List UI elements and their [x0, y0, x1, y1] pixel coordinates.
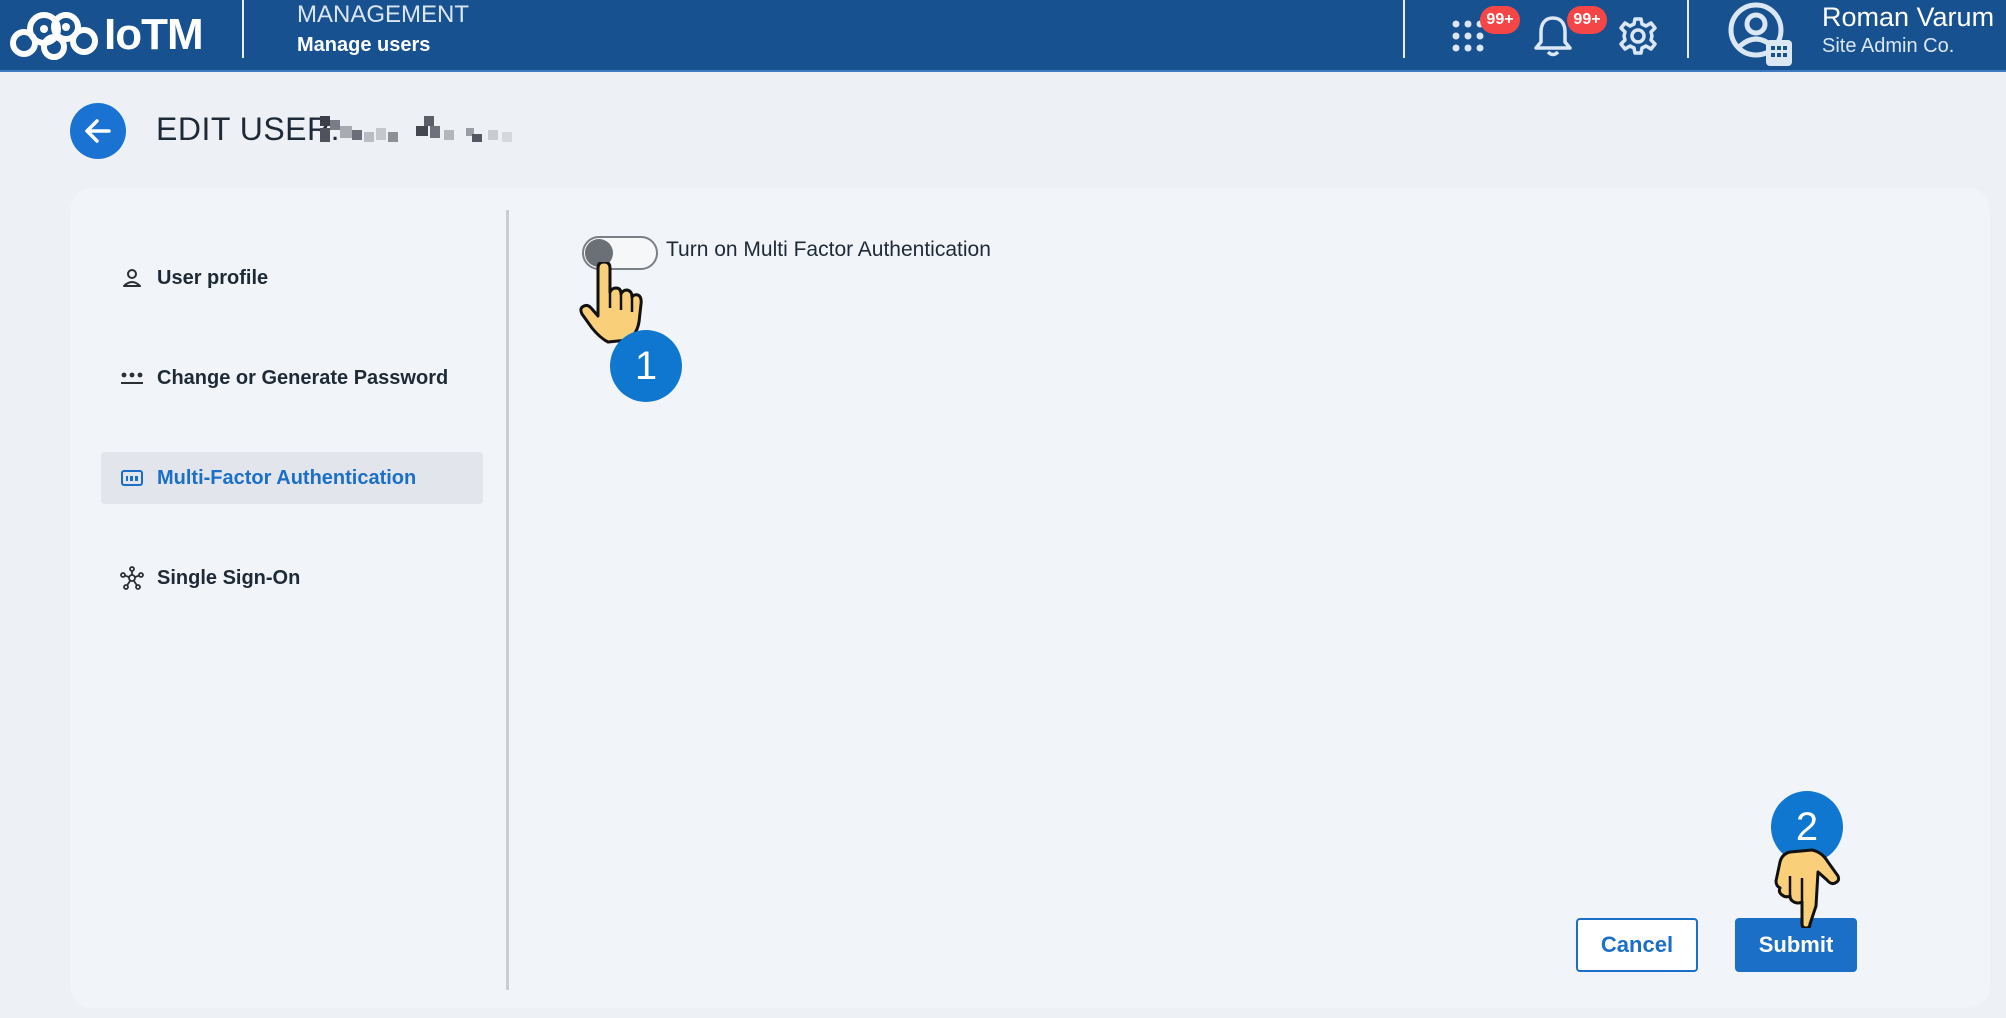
- redacted-username: [320, 116, 512, 142]
- cancel-button[interactable]: Cancel: [1576, 918, 1698, 972]
- numeric-keypad-icon: [119, 465, 145, 491]
- notifications-badge: 99+: [1567, 6, 1607, 34]
- header-divider: [1403, 0, 1405, 58]
- user-organization: Site Admin Co.: [1822, 35, 1955, 57]
- page-title: EDIT USER:: [156, 111, 340, 147]
- sidebar-item-password[interactable]: Change or Generate Password: [101, 352, 483, 404]
- back-button[interactable]: [70, 103, 126, 159]
- network-hub-icon: [119, 565, 145, 591]
- pointing-hand-icon: [1774, 848, 1841, 928]
- sidebar-item-label: Multi-Factor Authentication: [157, 466, 417, 489]
- user-name[interactable]: Roman Varum: [1822, 2, 1994, 32]
- sidebar-item-label: User profile: [157, 266, 269, 289]
- cloud-logo-icon: [10, 12, 98, 60]
- sidebar-item-mfa[interactable]: Multi-Factor Authentication: [101, 452, 483, 504]
- header-divider: [1687, 0, 1689, 58]
- section-title: MANAGEMENT: [297, 1, 470, 28]
- sidebar-item-sso[interactable]: Single Sign-On: [101, 552, 483, 604]
- section-subtitle: Manage users: [297, 34, 431, 56]
- sidebar-item-label: Single Sign-On: [157, 566, 301, 589]
- user-circle-icon: [1728, 2, 1792, 66]
- step-marker-1: 1: [610, 330, 682, 402]
- sidebar-item-user-profile[interactable]: User profile: [101, 252, 483, 304]
- arrow-left-icon: [85, 119, 111, 143]
- password-dots-icon: [119, 365, 145, 391]
- person-icon: [119, 265, 145, 291]
- logo-text: IoTM: [104, 10, 204, 59]
- user-avatar[interactable]: [1726, 0, 1794, 68]
- notifications-button[interactable]: 99+: [1523, 6, 1607, 66]
- gear-icon: [1619, 17, 1657, 55]
- apps-badge: 99+: [1480, 6, 1520, 34]
- logo[interactable]: IoTM: [8, 6, 204, 64]
- mfa-toggle-label: Turn on Multi Factor Authentication: [666, 238, 991, 261]
- apps-button[interactable]: 99+: [1438, 6, 1520, 66]
- header-divider: [242, 0, 244, 58]
- header-section: MANAGEMENT Manage users: [297, 0, 469, 59]
- sidebar-item-label: Change or Generate Password: [157, 366, 449, 389]
- top-bar: IoTM MANAGEMENT Manage users 99+ 99+ Rom…: [0, 0, 2006, 72]
- sidebar-divider: [506, 210, 509, 990]
- settings-button[interactable]: [1608, 6, 1668, 66]
